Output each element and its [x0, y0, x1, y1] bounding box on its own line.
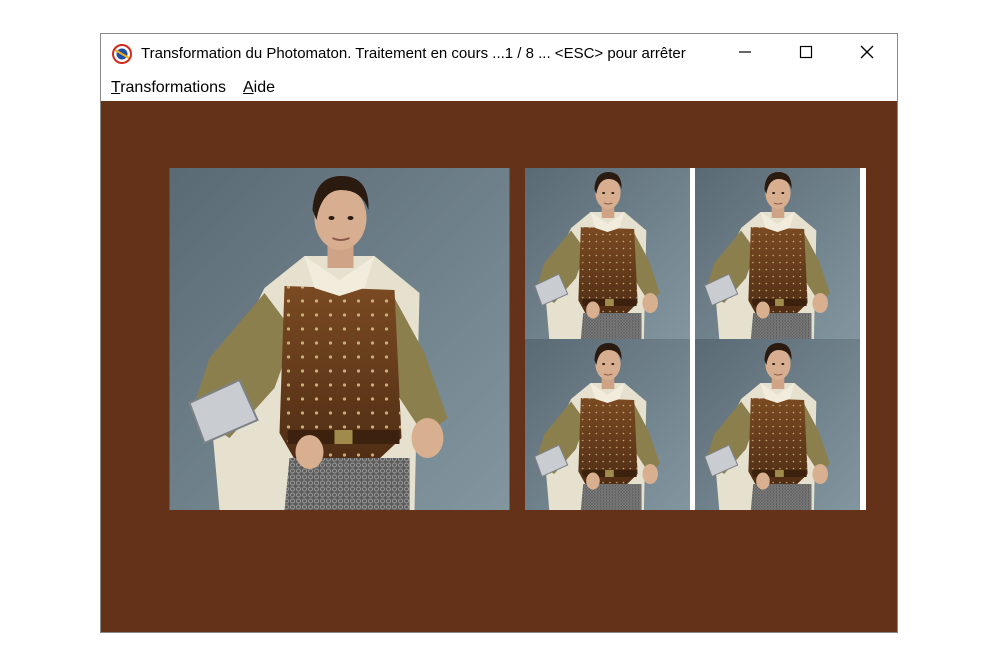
tile-edge-strip: [860, 168, 866, 510]
menu-aide[interactable]: Aide: [243, 79, 275, 97]
tile-gap-divider: [690, 168, 695, 510]
menu-transformations-accel: T: [111, 79, 121, 96]
portrait-tile-top-left: [525, 168, 690, 339]
portrait-tile-bottom-left: [525, 339, 690, 510]
menu-transformations-label: ransformations: [120, 79, 227, 96]
portrait-tile-top-right: [695, 168, 860, 339]
close-icon: [860, 45, 874, 64]
title-bar[interactable]: Transformation du Photomaton. Traitement…: [101, 34, 897, 74]
maximize-button[interactable]: [776, 34, 836, 74]
app-window: Transformation du Photomaton. Traitement…: [100, 33, 898, 633]
close-button[interactable]: [837, 34, 897, 74]
menu-aide-label: ide: [253, 79, 276, 96]
minimize-icon: [738, 45, 752, 64]
minimize-button[interactable]: [715, 34, 775, 74]
portrait-tile-bottom-right: [695, 339, 860, 510]
maximize-icon: [799, 45, 813, 64]
window-title: Transformation du Photomaton. Traitement…: [141, 45, 686, 62]
photomaton-app-icon[interactable]: [112, 44, 132, 64]
menu-bar: Transformations Aide: [101, 74, 897, 101]
menu-aide-accel: A: [243, 79, 254, 96]
processing-canvas: [101, 101, 897, 632]
menu-transformations[interactable]: Transformations: [111, 79, 226, 97]
original-photo: [169, 168, 510, 510]
